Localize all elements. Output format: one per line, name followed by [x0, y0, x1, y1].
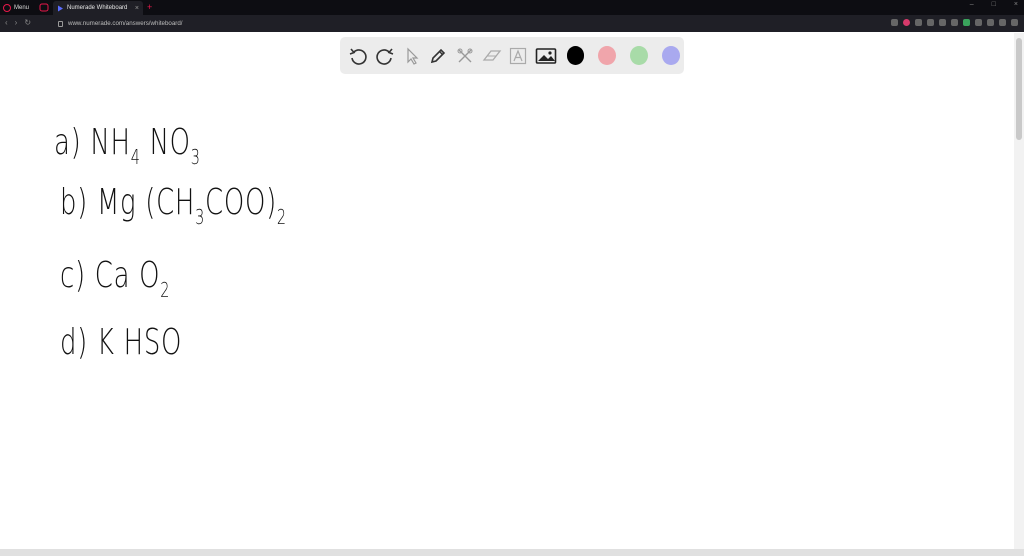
formula-text: COO)	[205, 182, 277, 223]
window-controls: – □ ×	[970, 1, 1018, 8]
answer-line-c: c) Ca O2	[60, 255, 170, 302]
color-green-swatch[interactable]	[630, 46, 649, 65]
address-bar: ‹ › ↻ www.numerade.com/answers/whiteboar…	[0, 15, 1024, 32]
pen-button[interactable]	[428, 45, 449, 67]
forward-icon[interactable]: ›	[15, 18, 18, 28]
extension-icon[interactable]	[939, 19, 946, 26]
tab-numerade-whiteboard[interactable]: Numerade Whiteboard ×	[53, 1, 143, 15]
profile-icon[interactable]	[999, 19, 1006, 26]
answer-label: b)	[60, 182, 97, 223]
select-icon	[407, 47, 419, 65]
settings-menu-icon[interactable]	[1011, 19, 1018, 26]
text-icon	[510, 47, 527, 64]
formula-subscript: 2	[160, 278, 171, 302]
window-close-icon[interactable]: ×	[1014, 1, 1018, 8]
lock-icon	[58, 20, 63, 27]
reload-icon[interactable]: ↻	[24, 18, 31, 28]
formula-subscript: 3	[195, 205, 206, 229]
undo-icon	[350, 47, 367, 65]
answer-line-a: a) NH4 NO3	[54, 122, 201, 169]
pen-icon	[431, 48, 446, 63]
back-icon[interactable]: ‹	[5, 18, 8, 28]
record-icon[interactable]	[903, 19, 910, 26]
speed-dial-icon[interactable]	[39, 3, 49, 12]
formula-text: Ca O	[94, 255, 161, 296]
image-button[interactable]	[535, 45, 557, 67]
vpn-icon[interactable]	[963, 19, 970, 26]
answer-label: c)	[60, 255, 95, 296]
tab-close-icon[interactable]: ×	[135, 5, 139, 12]
eraser-button[interactable]	[481, 45, 502, 67]
wallet-icon[interactable]	[951, 19, 958, 26]
image-icon	[535, 47, 556, 64]
vertical-scrollbar-thumb[interactable]	[1016, 38, 1022, 140]
formula-text: NO	[140, 122, 191, 163]
formula-subscript: 2	[276, 205, 287, 229]
numerade-favicon-icon	[58, 5, 63, 11]
url-text: www.numerade.com/answers/whiteboard/	[68, 20, 183, 27]
horizontal-scrollbar[interactable]	[0, 549, 1024, 556]
opera-logo-icon	[3, 3, 11, 12]
select-button[interactable]	[401, 45, 422, 67]
url-field[interactable]: www.numerade.com/answers/whiteboard/	[58, 18, 183, 29]
minimize-icon[interactable]: –	[970, 1, 974, 8]
answer-label: d)	[60, 322, 97, 363]
answer-line-d: d) K HSO	[60, 322, 182, 363]
maximize-icon[interactable]: □	[992, 1, 996, 8]
tools-icon	[457, 48, 473, 62]
formula-subscript: 3	[190, 145, 201, 169]
formula-text: Mg (CH	[96, 182, 196, 223]
cube-icon[interactable]	[987, 19, 994, 26]
undo-button[interactable]	[348, 45, 369, 67]
text-button[interactable]	[508, 45, 529, 67]
tab-title: Numerade Whiteboard	[67, 5, 128, 11]
formula-text: K HSO	[96, 322, 183, 363]
download-icon[interactable]	[927, 19, 934, 26]
redo-button[interactable]	[375, 45, 396, 67]
eraser-icon	[482, 49, 501, 61]
new-tab-button[interactable]: +	[147, 2, 152, 12]
screenshot-icon[interactable]	[975, 19, 982, 26]
browser-tab-bar: Menu Numerade Whiteboard × + – □ ×	[0, 0, 1024, 15]
browser-menu-button[interactable]: Menu	[3, 2, 29, 13]
formula-subscript: 4	[130, 145, 141, 169]
whiteboard-toolbar	[340, 37, 684, 74]
answer-label: a)	[54, 122, 91, 163]
formula-text: NH	[90, 122, 131, 163]
color-lavender-swatch[interactable]	[662, 46, 680, 65]
redo-icon	[376, 47, 394, 65]
answer-line-b: b) Mg (CH3COO)2	[60, 182, 287, 229]
nav-buttons: ‹ › ↻	[5, 18, 31, 28]
heart-icon[interactable]	[915, 19, 922, 26]
menu-label: Menu	[14, 4, 30, 11]
color-black-swatch[interactable]	[566, 46, 585, 65]
tools-button[interactable]	[455, 45, 476, 67]
extension-icons	[891, 19, 1018, 26]
color-pink-swatch[interactable]	[598, 46, 617, 65]
camera-icon[interactable]	[891, 19, 898, 26]
